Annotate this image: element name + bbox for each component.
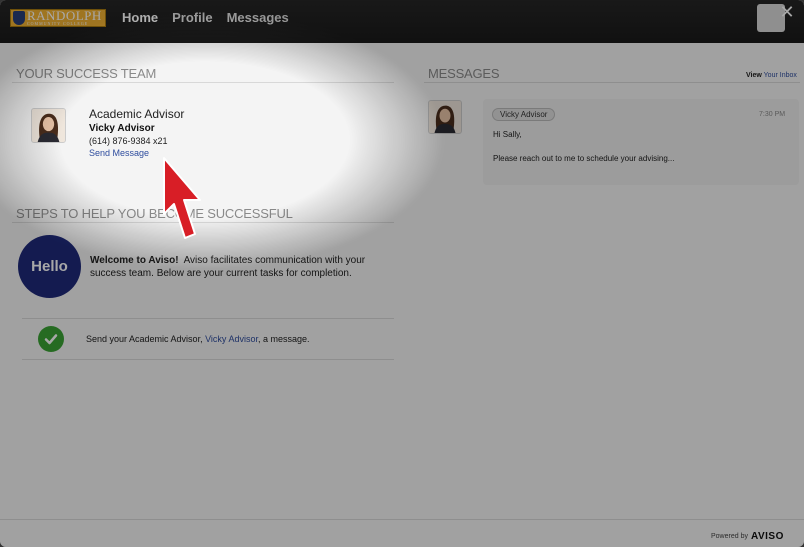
task-suffix: , a message. [257,334,310,344]
nav-home[interactable]: Home [122,10,158,25]
welcome-text: Welcome to Aviso! Aviso facilitates comm… [90,254,390,280]
advisor-name: Vicky Advisor [89,123,155,134]
messages-title: MESSAGES [428,66,500,81]
aviso-logo: AVISO [750,531,784,542]
task-prefix: Send your Academic Advisor, [86,334,203,344]
advisor-phone: (614) 876-9384 x21 [89,136,168,146]
logo-shield-icon [13,11,25,25]
view-inbox-bold: View [746,72,762,79]
message-greeting: Hi Sally, [493,130,522,139]
divider [22,318,394,319]
divider [424,82,800,83]
view-inbox-rest: Your Inbox [763,72,797,79]
message-preview: Please reach out to me to schedule your … [493,154,675,163]
message-sender-tag: Vicky Advisor [492,108,556,121]
main-nav: Home Profile Messages [122,10,289,25]
task-advisor-link[interactable]: Vicky Advisor [205,334,258,344]
college-logo[interactable]: RANDOLPH COMMUNITY COLLEGE [10,9,106,27]
powered-by: Powered by AVISO [711,531,784,542]
task-item: Send your Academic Advisor, Vicky Adviso… [86,334,309,344]
message-time: 7:30 PM [759,111,786,118]
pointer-arrow-icon [163,157,201,239]
check-icon [38,326,64,352]
app-window: RANDOLPH COMMUNITY COLLEGE Home Profile … [0,0,804,547]
nav-messages[interactable]: Messages [227,10,289,25]
footer-divider [0,519,804,520]
steps-title: STEPS TO HELP YOU BECOME SUCCESSFUL [16,206,293,221]
divider [12,82,394,83]
send-message-link[interactable]: Send Message [89,148,149,158]
logo-subtext: COMMUNITY COLLEGE [27,21,89,26]
powered-by-text: Powered by [711,533,748,540]
advisor-photo [31,108,66,143]
nav-profile[interactable]: Profile [172,10,212,25]
close-icon[interactable]: ✕ [777,2,797,22]
advisor-role: Academic Advisor [89,107,185,121]
message-sender-photo [428,100,462,134]
view-inbox-link[interactable]: View Your Inbox [746,72,797,79]
divider [22,359,394,360]
divider [12,222,394,223]
top-nav-bar: RANDOLPH COMMUNITY COLLEGE Home Profile … [0,0,804,43]
success-team-title: YOUR SUCCESS TEAM [16,66,157,81]
welcome-bold: Welcome to Aviso! [90,255,179,266]
hello-badge: Hello [18,235,81,298]
